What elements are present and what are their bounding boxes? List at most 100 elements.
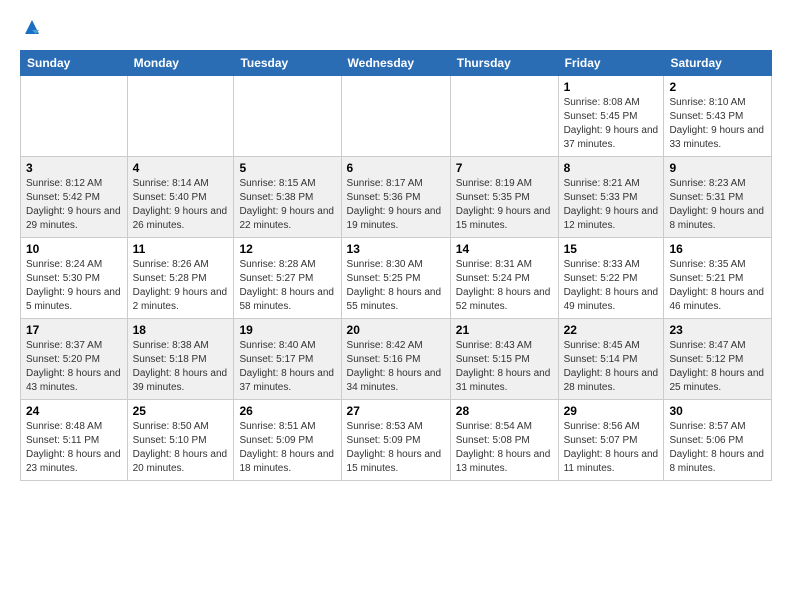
- day-number: 26: [239, 404, 335, 418]
- day-number: 20: [347, 323, 445, 337]
- day-number: 29: [564, 404, 659, 418]
- weekday-header-friday: Friday: [558, 50, 664, 75]
- calendar-cell: 16Sunrise: 8:35 AMSunset: 5:21 PMDayligh…: [664, 237, 772, 318]
- calendar-cell: 3 Sunrise: 8:12 AMSunset: 5:42 PMDaylight…: [21, 156, 128, 237]
- day-info: Sunrise: 8:57 AMSunset: 5:06 PMDaylight:…: [669, 420, 766, 476]
- day-info: Sunrise: 8:26 AMSunset: 5:28 PMDaylight:…: [133, 258, 229, 314]
- day-number: 22: [564, 323, 659, 337]
- calendar-cell: [450, 75, 558, 156]
- calendar-cell: 12Sunrise: 8:28 AMSunset: 5:27 PMDayligh…: [234, 237, 341, 318]
- day-number: 14: [456, 242, 553, 256]
- calendar-cell: 9 Sunrise: 8:23 AMSunset: 5:31 PMDaylight…: [664, 156, 772, 237]
- day-number: 7: [456, 161, 553, 175]
- calendar-cell: 13 Sunrise: 8:30 AMSunset: 5:25 PMDayligh…: [341, 237, 450, 318]
- calendar-cell: 6 Sunrise: 8:17 AMSunset: 5:36 PMDaylight…: [341, 156, 450, 237]
- day-info: Sunrise: 8:15 AMSunset: 5:38 PMDaylight:…: [239, 177, 335, 233]
- calendar-cell: [21, 75, 128, 156]
- day-number: 6: [347, 161, 445, 175]
- calendar-cell: 7Sunrise: 8:19 AMSunset: 5:35 PMDaylight…: [450, 156, 558, 237]
- calendar-cell: 17Sunrise: 8:37 AMSunset: 5:20 PMDayligh…: [21, 318, 128, 399]
- day-info: Sunrise: 8:21 AMSunset: 5:33 PMDaylight:…: [564, 177, 659, 233]
- day-number: 5: [239, 161, 335, 175]
- calendar-cell: 22 Sunrise: 8:45 AMSunset: 5:14 PMDayligh…: [558, 318, 664, 399]
- day-info: Sunrise: 8:12 AMSunset: 5:42 PMDaylight:…: [26, 177, 122, 233]
- day-number: 2: [669, 80, 766, 94]
- day-info: Sunrise: 8:10 AMSunset: 5:43 PMDaylight:…: [669, 96, 766, 152]
- calendar-cell: 26 Sunrise: 8:51 AMSunset: 5:09 PMDayligh…: [234, 399, 341, 480]
- calendar-cell: 18 Sunrise: 8:38 AMSunset: 5:18 PMDayligh…: [127, 318, 234, 399]
- day-info: Sunrise: 8:40 AMSunset: 5:17 PMDaylight:…: [239, 339, 335, 395]
- weekday-header-sunday: Sunday: [21, 50, 128, 75]
- day-number: 10: [26, 242, 122, 256]
- calendar-cell: 19 Sunrise: 8:40 AMSunset: 5:17 PMDayligh…: [234, 318, 341, 399]
- day-number: 28: [456, 404, 553, 418]
- calendar-cell: 21Sunrise: 8:43 AMSunset: 5:15 PMDayligh…: [450, 318, 558, 399]
- weekday-header-tuesday: Tuesday: [234, 50, 341, 75]
- day-number: 23: [669, 323, 766, 337]
- day-number: 3: [26, 161, 122, 175]
- calendar-cell: 29 Sunrise: 8:56 AMSunset: 5:07 PMDayligh…: [558, 399, 664, 480]
- page: SundayMondayTuesdayWednesdayThursdayFrid…: [0, 0, 792, 612]
- day-info: Sunrise: 8:51 AMSunset: 5:09 PMDaylight:…: [239, 420, 335, 476]
- logo-icon: [21, 16, 43, 38]
- week-row-1: 1 Sunrise: 8:08 AMSunset: 5:45 PMDaylight…: [21, 75, 772, 156]
- calendar-cell: 5 Sunrise: 8:15 AMSunset: 5:38 PMDaylight…: [234, 156, 341, 237]
- day-info: Sunrise: 8:35 AMSunset: 5:21 PMDaylight:…: [669, 258, 766, 314]
- day-info: Sunrise: 8:54 AMSunset: 5:08 PMDaylight:…: [456, 420, 553, 476]
- day-number: 30: [669, 404, 766, 418]
- day-info: Sunrise: 8:47 AMSunset: 5:12 PMDaylight:…: [669, 339, 766, 395]
- calendar-cell: 4 Sunrise: 8:14 AMSunset: 5:40 PMDaylight…: [127, 156, 234, 237]
- day-number: 17: [26, 323, 122, 337]
- day-info: Sunrise: 8:53 AMSunset: 5:09 PMDaylight:…: [347, 420, 445, 476]
- calendar-cell: 15Sunrise: 8:33 AMSunset: 5:22 PMDayligh…: [558, 237, 664, 318]
- calendar: SundayMondayTuesdayWednesdayThursdayFrid…: [20, 50, 772, 481]
- week-row-5: 24Sunrise: 8:48 AMSunset: 5:11 PMDayligh…: [21, 399, 772, 480]
- day-info: Sunrise: 8:08 AMSunset: 5:45 PMDaylight:…: [564, 96, 659, 152]
- day-info: Sunrise: 8:31 AMSunset: 5:24 PMDaylight:…: [456, 258, 553, 314]
- calendar-cell: 11 Sunrise: 8:26 AMSunset: 5:28 PMDayligh…: [127, 237, 234, 318]
- calendar-cell: 1 Sunrise: 8:08 AMSunset: 5:45 PMDaylight…: [558, 75, 664, 156]
- day-number: 18: [133, 323, 229, 337]
- day-info: Sunrise: 8:30 AMSunset: 5:25 PMDaylight:…: [347, 258, 445, 314]
- day-number: 11: [133, 242, 229, 256]
- day-number: 15: [564, 242, 659, 256]
- day-number: 13: [347, 242, 445, 256]
- weekday-header-wednesday: Wednesday: [341, 50, 450, 75]
- calendar-cell: 27Sunrise: 8:53 AMSunset: 5:09 PMDayligh…: [341, 399, 450, 480]
- day-info: Sunrise: 8:24 AMSunset: 5:30 PMDaylight:…: [26, 258, 122, 314]
- calendar-cell: 24Sunrise: 8:48 AMSunset: 5:11 PMDayligh…: [21, 399, 128, 480]
- header: [20, 15, 772, 38]
- day-info: Sunrise: 8:28 AMSunset: 5:27 PMDaylight:…: [239, 258, 335, 314]
- calendar-cell: 28 Sunrise: 8:54 AMSunset: 5:08 PMDayligh…: [450, 399, 558, 480]
- calendar-cell: [341, 75, 450, 156]
- day-info: Sunrise: 8:56 AMSunset: 5:07 PMDaylight:…: [564, 420, 659, 476]
- day-number: 9: [669, 161, 766, 175]
- weekday-header-row: SundayMondayTuesdayWednesdayThursdayFrid…: [21, 50, 772, 75]
- day-info: Sunrise: 8:38 AMSunset: 5:18 PMDaylight:…: [133, 339, 229, 395]
- week-row-2: 3 Sunrise: 8:12 AMSunset: 5:42 PMDaylight…: [21, 156, 772, 237]
- calendar-cell: 2 Sunrise: 8:10 AMSunset: 5:43 PMDaylight…: [664, 75, 772, 156]
- day-info: Sunrise: 8:42 AMSunset: 5:16 PMDaylight:…: [347, 339, 445, 395]
- day-info: Sunrise: 8:43 AMSunset: 5:15 PMDaylight:…: [456, 339, 553, 395]
- day-info: Sunrise: 8:45 AMSunset: 5:14 PMDaylight:…: [564, 339, 659, 395]
- calendar-cell: [127, 75, 234, 156]
- day-number: 8: [564, 161, 659, 175]
- calendar-cell: 23 Sunrise: 8:47 AMSunset: 5:12 PMDayligh…: [664, 318, 772, 399]
- day-number: 25: [133, 404, 229, 418]
- day-info: Sunrise: 8:50 AMSunset: 5:10 PMDaylight:…: [133, 420, 229, 476]
- day-info: Sunrise: 8:23 AMSunset: 5:31 PMDaylight:…: [669, 177, 766, 233]
- day-info: Sunrise: 8:14 AMSunset: 5:40 PMDaylight:…: [133, 177, 229, 233]
- day-number: 24: [26, 404, 122, 418]
- calendar-cell: 10 Sunrise: 8:24 AMSunset: 5:30 PMDayligh…: [21, 237, 128, 318]
- week-row-3: 10 Sunrise: 8:24 AMSunset: 5:30 PMDayligh…: [21, 237, 772, 318]
- weekday-header-thursday: Thursday: [450, 50, 558, 75]
- weekday-header-monday: Monday: [127, 50, 234, 75]
- calendar-cell: 25 Sunrise: 8:50 AMSunset: 5:10 PMDayligh…: [127, 399, 234, 480]
- day-info: Sunrise: 8:17 AMSunset: 5:36 PMDaylight:…: [347, 177, 445, 233]
- calendar-cell: 30 Sunrise: 8:57 AMSunset: 5:06 PMDayligh…: [664, 399, 772, 480]
- calendar-cell: [234, 75, 341, 156]
- day-number: 19: [239, 323, 335, 337]
- day-number: 4: [133, 161, 229, 175]
- day-number: 1: [564, 80, 659, 94]
- calendar-cell: 8 Sunrise: 8:21 AMSunset: 5:33 PMDaylight…: [558, 156, 664, 237]
